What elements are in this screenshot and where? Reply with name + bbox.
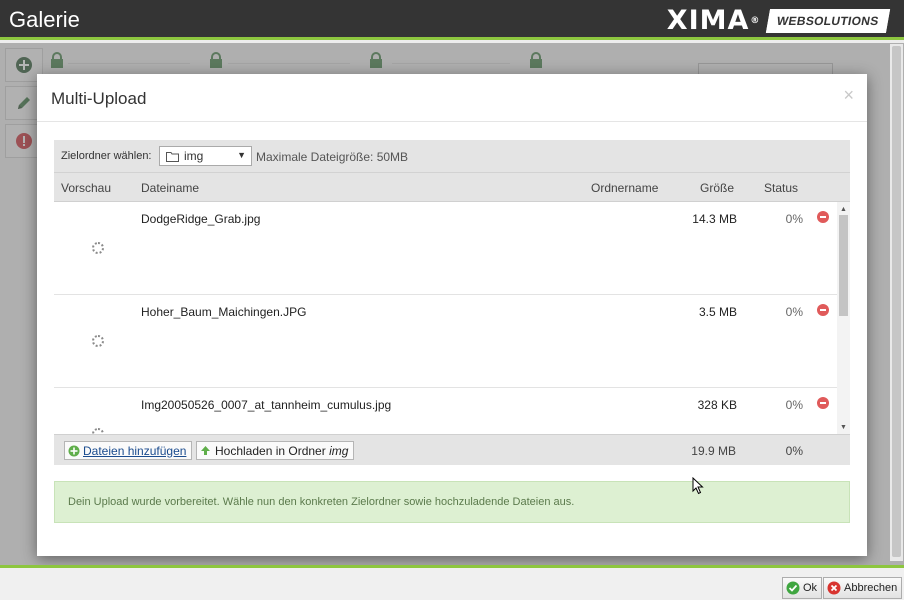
file-table-header: Vorschau Dateiname Ordnername Größe Stat… xyxy=(54,173,850,202)
cancel-button[interactable]: Abbrechen xyxy=(823,577,903,599)
ok-button[interactable]: Ok xyxy=(782,577,823,599)
file-name: Img20050526_0007_at_tannheim_cumulus.jpg xyxy=(141,398,392,412)
arrow-up-icon xyxy=(201,446,210,455)
scroll-up-icon[interactable]: ▲ xyxy=(840,206,847,213)
file-status: 0% xyxy=(785,398,803,412)
chevron-down-icon: ▼ xyxy=(237,150,246,160)
upload-notice: Dein Upload wurde vorbereitet. Wähle nun… xyxy=(54,481,850,523)
page-scroll-thumb[interactable] xyxy=(892,46,901,557)
column-size: Größe xyxy=(700,181,735,195)
column-filename: Dateiname xyxy=(141,181,200,195)
brand-tagline: WEBSOLUTIONS xyxy=(766,9,891,33)
upload-button[interactable]: Hochladen in Ordner img xyxy=(196,441,355,460)
file-list-scrollbar[interactable]: ▲ ▼ xyxy=(837,202,850,434)
dialog-header: Multi-Upload × xyxy=(37,74,867,122)
total-size: 19.9 MB xyxy=(691,444,736,458)
upload-panel: Zielordner wählen: img ▼ Maximale Dateig… xyxy=(54,140,850,465)
mouse-cursor-icon xyxy=(692,477,704,495)
upload-footer: Dateien hinzufügen Hochladen in Ordner i… xyxy=(54,434,850,465)
upload-toolbar: Zielordner wählen: img ▼ Maximale Dateig… xyxy=(54,140,850,173)
remove-file-icon[interactable] xyxy=(817,211,829,223)
check-circle-icon xyxy=(786,581,800,595)
file-name: DodgeRidge_Grab.jpg xyxy=(141,212,261,226)
remove-file-icon[interactable] xyxy=(817,397,829,409)
folder-icon xyxy=(166,151,179,162)
file-row: DodgeRidge_Grab.jpg 14.3 MB 0% xyxy=(54,202,837,295)
bottom-bar: Ok Abbrechen xyxy=(0,565,904,600)
file-size: 3.5 MB xyxy=(698,305,737,319)
multi-upload-dialog: Multi-Upload × Zielordner wählen: img ▼ … xyxy=(37,74,867,556)
upload-label: Hochladen in Ordner img xyxy=(215,443,349,458)
max-file-size: Maximale Dateigröße: 50MB xyxy=(256,150,409,164)
brand-name: XIMA® xyxy=(666,5,761,36)
add-files-label[interactable]: Dateien hinzufügen xyxy=(83,444,186,458)
cancel-label: Abbrechen xyxy=(844,582,898,594)
plus-circle-icon xyxy=(68,445,80,456)
column-folder: Ordnername xyxy=(591,181,659,195)
cancel-circle-icon xyxy=(827,581,841,595)
spinner-icon xyxy=(92,242,104,254)
file-status: 0% xyxy=(785,212,803,226)
page-scrollbar[interactable] xyxy=(890,44,903,561)
total-status: 0% xyxy=(785,444,803,458)
app-title: Galerie xyxy=(9,7,80,32)
ok-label: Ok xyxy=(803,582,818,594)
column-status: Status xyxy=(764,181,799,195)
file-row: Hoher_Baum_Maichingen.JPG 3.5 MB 0% xyxy=(54,295,837,388)
target-folder-label: Zielordner wählen: xyxy=(61,150,152,162)
file-row: Img20050526_0007_at_tannheim_cumulus.jpg… xyxy=(54,388,837,434)
file-list-scroll-thumb[interactable] xyxy=(839,215,848,316)
target-folder-value: img xyxy=(184,149,204,163)
file-list: DodgeRidge_Grab.jpg 14.3 MB 0% Hoher_Bau… xyxy=(54,202,837,434)
file-size: 14.3 MB xyxy=(692,212,737,226)
dialog-title: Multi-Upload xyxy=(51,89,147,108)
spinner-icon xyxy=(92,335,104,347)
target-folder-select[interactable]: img ▼ xyxy=(159,146,252,166)
file-size: 328 KB xyxy=(697,398,737,412)
brand-logo: XIMA® WEBSOLUTIONS xyxy=(666,5,891,36)
scroll-down-icon[interactable]: ▼ xyxy=(840,424,847,431)
close-icon[interactable]: × xyxy=(843,85,854,106)
file-name: Hoher_Baum_Maichingen.JPG xyxy=(141,305,307,319)
file-status: 0% xyxy=(785,305,803,319)
column-preview: Vorschau xyxy=(61,181,112,195)
top-bar: Galerie XIMA® WEBSOLUTIONS xyxy=(0,0,904,40)
remove-file-icon[interactable] xyxy=(817,304,829,316)
add-files-button[interactable]: Dateien hinzufügen xyxy=(64,441,193,460)
